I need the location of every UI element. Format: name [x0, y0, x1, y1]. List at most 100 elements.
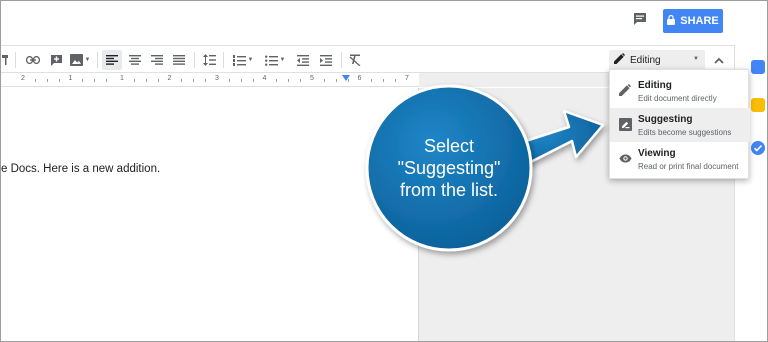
- align-right-button[interactable]: [147, 50, 167, 70]
- ruler-tick: [133, 79, 135, 82]
- docs-header: SHARE: [1, 1, 767, 45]
- toolbar-divider: [223, 52, 224, 68]
- ruler-number: 1: [120, 75, 124, 82]
- ruler-number: 1: [68, 75, 73, 82]
- line-spacing-button[interactable]: [199, 50, 219, 70]
- toolbar-divider: [15, 52, 16, 68]
- editing-mode-menu: Editing Edit document directly Suggestin…: [609, 69, 750, 179]
- pencil-icon: [614, 53, 625, 67]
- ruler-tick: [323, 79, 325, 82]
- ruler-number: 4: [262, 75, 267, 82]
- chevron-down-icon: ▼: [279, 57, 286, 63]
- menu-item-description: Edit document directly: [638, 94, 717, 103]
- ruler-tick: [58, 79, 60, 82]
- eye-icon: [618, 151, 632, 165]
- document-text[interactable]: e Docs. Here is a new addition.: [1, 163, 160, 175]
- ruler-tick: [193, 79, 195, 82]
- pencil-icon: [618, 83, 632, 97]
- menu-item-viewing[interactable]: Viewing Read or print final document: [610, 142, 750, 176]
- callout-line: Select: [423, 136, 475, 156]
- ruler-tick: [383, 79, 385, 82]
- menu-item-editing[interactable]: Editing Edit document directly: [610, 74, 750, 108]
- insert-image-button[interactable]: ▼: [67, 50, 93, 70]
- paint-format-button[interactable]: [1, 50, 11, 70]
- paint-format-icon: [2, 54, 10, 66]
- align-center-button[interactable]: [125, 50, 145, 70]
- callout-line: from the list.: [399, 180, 499, 200]
- ruler-tick: [94, 79, 96, 82]
- share-button[interactable]: SHARE: [663, 9, 723, 33]
- insert-link-button[interactable]: [23, 50, 43, 70]
- ruler-tick: [157, 79, 159, 82]
- increase-indent-button[interactable]: [316, 50, 336, 70]
- keep-icon[interactable]: [751, 98, 765, 112]
- decrease-indent-icon: [297, 54, 309, 66]
- chevron-down-icon: ▼: [693, 56, 699, 62]
- calendar-icon[interactable]: [751, 60, 765, 74]
- ruler-tick: [205, 79, 207, 82]
- ruler-tick: [228, 79, 230, 82]
- chevron-up-icon: [714, 51, 724, 69]
- decrease-indent-button[interactable]: [293, 50, 313, 70]
- callout-text: Select "Suggesting" from the list.: [379, 135, 519, 201]
- justify-icon: [173, 55, 185, 65]
- clear-formatting-icon: [349, 54, 361, 66]
- ruler-number: 2: [21, 75, 25, 82]
- screenshot-frame: SHARE ▼ ▼ ▼ Editing ▼ 2 1 1 2 3 4 5 6 7 …: [0, 0, 768, 342]
- ruler-tick: [46, 79, 48, 82]
- clear-formatting-button[interactable]: [345, 50, 365, 70]
- menu-item-title: Editing: [638, 80, 672, 91]
- ruler-number: 3: [215, 75, 219, 82]
- hide-menus-button[interactable]: [709, 50, 729, 70]
- menu-item-title: Viewing: [638, 148, 676, 159]
- ruler-tick: [371, 79, 373, 82]
- align-left-icon: [106, 55, 118, 65]
- increase-indent-icon: [320, 54, 332, 66]
- callout-line: "Suggesting": [397, 158, 501, 178]
- menu-item-suggesting[interactable]: Suggesting Edits become suggestions: [610, 108, 750, 142]
- menu-item-description: Read or print final document: [638, 162, 739, 171]
- ruler-number: 5: [310, 75, 314, 82]
- ruler-tick: [288, 79, 290, 82]
- ruler-tick: [276, 79, 278, 82]
- suggest-edit-icon: [618, 117, 632, 131]
- align-center-icon: [129, 55, 141, 65]
- insert-image-icon: [69, 54, 83, 66]
- comment-icon: [632, 11, 648, 32]
- ruler-tick: [145, 79, 147, 82]
- chevron-down-icon: ▼: [247, 57, 254, 63]
- document-page[interactable]: e Docs. Here is a new addition.: [1, 88, 419, 341]
- toolbar-divider: [97, 52, 98, 68]
- editing-mode-label: Editing: [630, 54, 661, 66]
- bulleted-list-icon: [264, 55, 278, 66]
- ruler-tick: [395, 79, 397, 82]
- align-right-icon: [151, 55, 163, 65]
- ruler-number: 6: [357, 75, 362, 82]
- tasks-icon[interactable]: [751, 141, 765, 155]
- ruler-tick: [34, 79, 36, 82]
- ruler-tick: [347, 79, 349, 82]
- ruler-number: 7: [405, 75, 409, 82]
- insert-link-icon: [26, 56, 40, 64]
- justify-button[interactable]: [169, 50, 189, 70]
- menu-item-description: Edits become suggestions: [638, 128, 732, 137]
- add-comment-icon: [50, 54, 63, 67]
- align-left-button[interactable]: [102, 50, 122, 70]
- numbered-list-icon: [232, 54, 246, 66]
- lock-icon: [667, 14, 676, 28]
- ruler-tick: [82, 79, 84, 82]
- numbered-list-button[interactable]: ▼: [229, 50, 257, 70]
- indent-marker[interactable]: [342, 75, 350, 81]
- chevron-down-icon: ▼: [84, 57, 91, 63]
- add-comment-button[interactable]: [46, 50, 66, 70]
- menu-item-title: Suggesting: [638, 114, 693, 125]
- comments-button[interactable]: [630, 11, 650, 31]
- toolbar-divider: [194, 52, 195, 68]
- bulleted-list-button[interactable]: ▼: [261, 50, 289, 70]
- ruler-number: 2: [167, 75, 172, 82]
- line-spacing-icon: [202, 54, 216, 66]
- editing-mode-dropdown[interactable]: Editing ▼: [609, 50, 705, 70]
- toolbar-divider: [341, 52, 342, 68]
- share-label: SHARE: [680, 15, 719, 27]
- ruler-tick: [300, 79, 302, 82]
